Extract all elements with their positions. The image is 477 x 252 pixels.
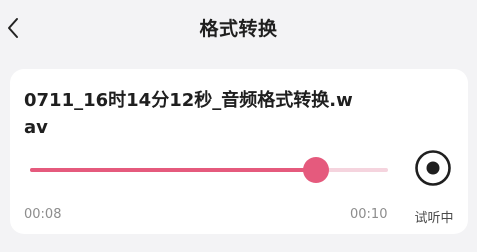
page-title: 格式转换: [199, 18, 278, 40]
stop-circle-icon: [415, 150, 451, 186]
preview-status-label: 试听中: [414, 211, 454, 226]
top-bar: 格式转换: [0, 0, 477, 58]
progress-slider[interactable]: [30, 157, 388, 183]
current-time: 00:08: [24, 207, 62, 222]
stop-button[interactable]: [414, 149, 452, 187]
total-time: 00:10: [350, 207, 388, 222]
progress-fill: [30, 168, 317, 172]
audio-player-card: 0711_16时14分12秒_音频格式转换.wav 00:08 00:10 试听…: [10, 69, 468, 234]
progress-thumb[interactable]: [303, 157, 330, 183]
file-name: 0711_16时14分12秒_音频格式转换.wav: [24, 90, 353, 138]
progress-track: [30, 168, 388, 172]
